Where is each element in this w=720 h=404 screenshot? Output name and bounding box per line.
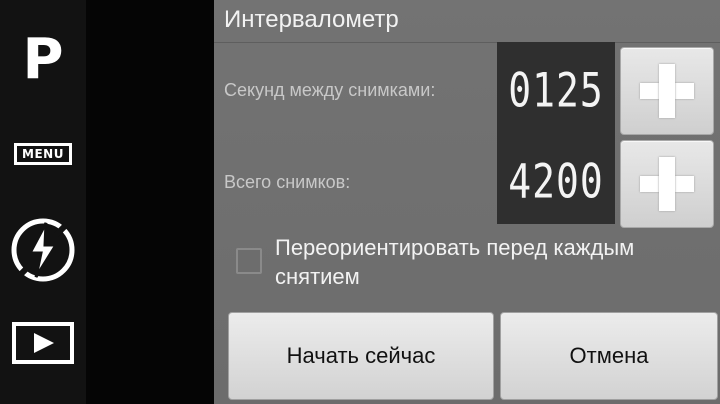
total-shots-increment-button[interactable] [620, 140, 714, 228]
playback-icon [12, 322, 74, 364]
menu-button[interactable]: MENU [0, 136, 86, 172]
seconds-increment-button[interactable] [620, 47, 714, 135]
playback-button[interactable] [0, 318, 86, 368]
reorient-checkbox[interactable] [236, 248, 262, 274]
seconds-between-shots-label: Секунд между снимками: [224, 80, 436, 100]
camera-toolbar: P MENU [0, 0, 86, 404]
total-shots-value-display: 4200 [508, 153, 604, 209]
dialog-title: Интервалометр [224, 6, 399, 33]
flash-auto-icon [11, 218, 75, 282]
flash-mode-button[interactable] [0, 214, 86, 286]
shooting-mode-button[interactable]: P [0, 20, 86, 100]
plus-icon [640, 64, 694, 118]
menu-icon: MENU [14, 143, 72, 165]
seconds-value-display: 0125 [508, 62, 604, 118]
title-divider [214, 42, 720, 43]
cancel-button[interactable]: Отмена [500, 312, 718, 400]
value-display-panel: 0125 4200 [497, 42, 615, 224]
plus-icon [640, 157, 694, 211]
intervalometer-dialog: Интервалометр Секунд между снимками: Все… [214, 0, 720, 404]
viewfinder-area [86, 0, 214, 404]
start-now-button[interactable]: Начать сейчас [228, 312, 494, 400]
total-shots-label: Всего снимков: [224, 172, 351, 192]
reorient-checkbox-label[interactable]: Переориентировать перед каждым снятием [275, 233, 715, 291]
